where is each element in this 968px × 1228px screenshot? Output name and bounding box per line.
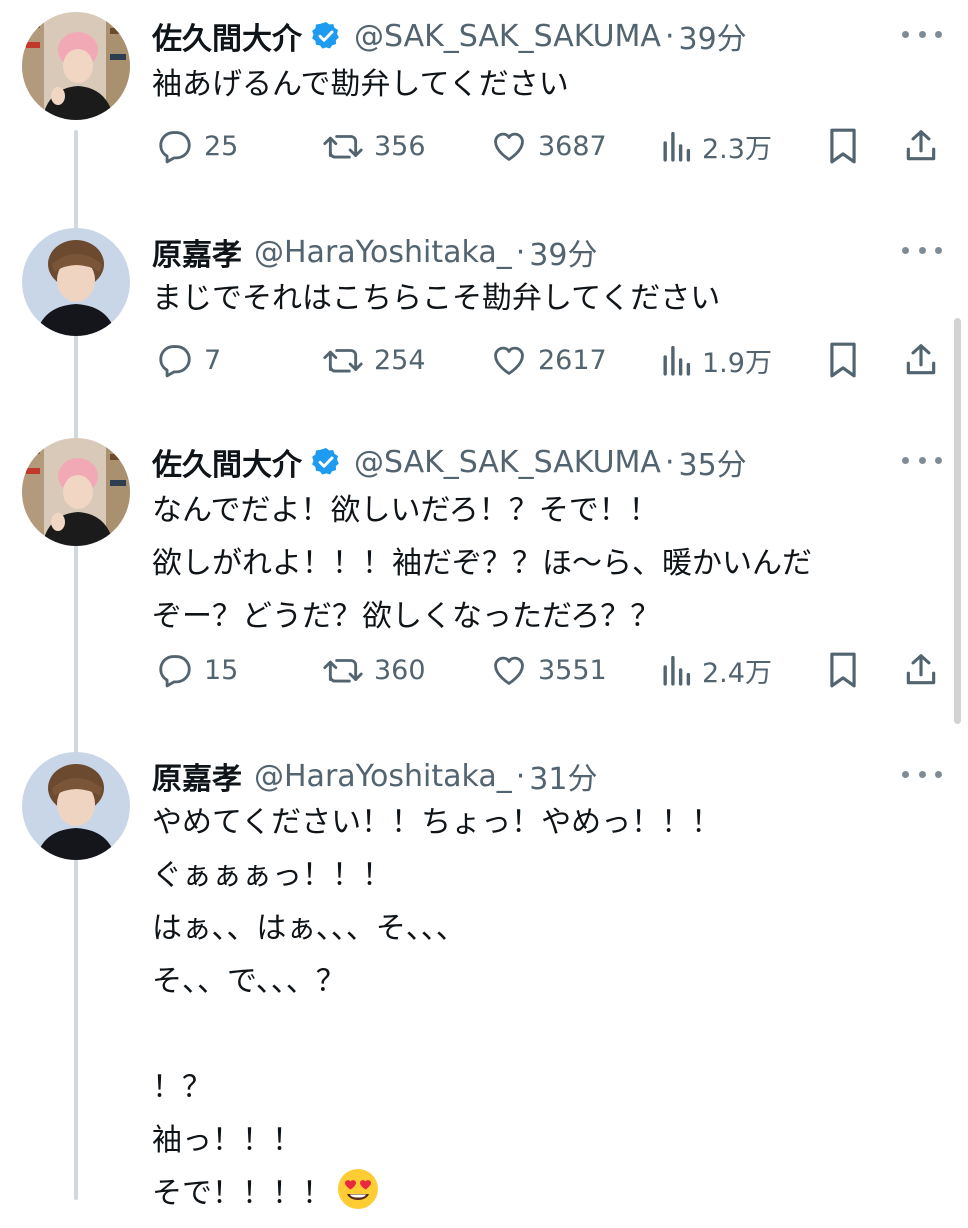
separator-dot: · [664, 444, 675, 480]
more-options-icon[interactable] [902, 242, 942, 258]
tweet-actions: 7 254 2617 1.9万 [0, 338, 968, 382]
share-icon [902, 127, 940, 165]
timestamp[interactable]: 39分 [529, 230, 597, 274]
share-button[interactable] [902, 338, 940, 382]
bookmark-icon [826, 651, 860, 689]
display-name[interactable]: 佐久間大介 [152, 14, 302, 58]
tweet-text: 袖あげるんで勘弁してください [152, 67, 569, 102]
retweet-icon [322, 651, 364, 689]
retweet-button[interactable]: 356 [322, 124, 426, 168]
bookmark-button[interactable] [826, 338, 860, 382]
views-chart-icon [660, 653, 692, 687]
retweet-count: 360 [374, 654, 426, 686]
verified-badge-icon [310, 446, 342, 478]
tweet-header: 佐久間大介 @SAK_SAK_SAKUMA · 39分 [152, 14, 872, 58]
heart-icon [490, 651, 528, 689]
bookmark-icon [826, 127, 860, 165]
verified-badge-icon [310, 20, 342, 52]
tweet-header: 原嘉孝 @HaraYoshitaka_ · 31分 [152, 754, 872, 798]
view-count: 2.3万 [702, 133, 772, 165]
bookmark-button[interactable] [826, 124, 860, 168]
retweet-button[interactable]: 254 [322, 338, 426, 382]
display-name[interactable]: 佐久間大介 [152, 440, 302, 484]
views-button[interactable]: 1.9万 [660, 338, 772, 382]
reply-icon [156, 127, 194, 165]
reply-count: 15 [204, 654, 239, 686]
reply-icon [156, 651, 194, 689]
like-count: 3687 [538, 130, 607, 162]
heart-eyes-emoji-icon [336, 1167, 380, 1211]
like-count: 3551 [538, 654, 607, 686]
avatar[interactable] [22, 438, 130, 546]
handle[interactable]: @HaraYoshitaka_ [254, 759, 512, 794]
views-button[interactable]: 2.4万 [660, 648, 772, 692]
views-button[interactable]: 2.3万 [660, 124, 772, 168]
heart-icon [490, 341, 528, 379]
tweet-actions: 25 356 3687 2.3万 [0, 124, 968, 168]
reply-button[interactable]: 15 [156, 648, 238, 692]
reply-icon [156, 341, 194, 379]
share-icon [902, 341, 940, 379]
separator-dot: · [515, 758, 526, 794]
retweet-icon [322, 127, 364, 165]
retweet-button[interactable]: 360 [322, 648, 426, 692]
like-button[interactable]: 3687 [490, 124, 607, 168]
display-name[interactable]: 原嘉孝 [152, 230, 242, 274]
reply-count: 25 [204, 130, 239, 162]
more-options-icon[interactable] [902, 452, 942, 468]
bookmark-icon [826, 341, 860, 379]
handle[interactable]: @SAK_SAK_SAKUMA [354, 19, 661, 54]
handle[interactable]: @HaraYoshitaka_ [254, 235, 512, 270]
tweet-text: なんでだよ！欲しいだろ！？そで！！ 欲しがれよ！！！袖だぞ？？ほ〜ら、暖かいんだ… [152, 493, 812, 634]
display-name[interactable]: 原嘉孝 [152, 754, 242, 798]
view-count: 2.4万 [702, 657, 772, 689]
share-button[interactable] [902, 124, 940, 168]
bookmark-button[interactable] [826, 648, 860, 692]
tweet-actions: 15 360 3551 2.4万 [0, 648, 968, 692]
tweet-header: 原嘉孝 @HaraYoshitaka_ · 39分 [152, 230, 872, 274]
tweet-text: やめてください！！ちょっ！やめっ！！！ ぐぁぁぁっ！！！ はぁ、、はぁ、、、そ、… [152, 796, 942, 1220]
timestamp[interactable]: 39分 [679, 14, 747, 58]
view-count: 1.9万 [702, 347, 772, 379]
more-options-icon[interactable] [902, 26, 942, 42]
separator-dot: · [664, 18, 675, 54]
handle[interactable]: @SAK_SAK_SAKUMA [354, 445, 661, 480]
like-count: 2617 [538, 344, 607, 376]
share-icon [902, 651, 940, 689]
reply-count: 7 [204, 344, 222, 376]
views-chart-icon [660, 343, 692, 377]
views-chart-icon [660, 129, 692, 163]
like-button[interactable]: 3551 [490, 648, 607, 692]
tweet-header: 佐久間大介 @SAK_SAK_SAKUMA · 35分 [152, 440, 872, 484]
reply-button[interactable]: 7 [156, 338, 221, 382]
timestamp[interactable]: 35分 [679, 440, 747, 484]
more-options-icon[interactable] [902, 766, 942, 782]
heart-icon [490, 127, 528, 165]
avatar[interactable] [22, 752, 130, 860]
retweet-icon [322, 341, 364, 379]
tweet-text: まじでそれはこちらこそ勘弁してください [152, 281, 721, 316]
tweet-text-body: やめてください！！ちょっ！やめっ！！！ ぐぁぁぁっ！！！ はぁ、、はぁ、、、そ、… [152, 805, 722, 1211]
like-button[interactable]: 2617 [490, 338, 607, 382]
avatar[interactable] [22, 228, 130, 336]
separator-dot: · [515, 234, 526, 270]
avatar[interactable] [22, 12, 130, 120]
retweet-count: 254 [374, 344, 426, 376]
share-button[interactable] [902, 648, 940, 692]
retweet-count: 356 [374, 130, 426, 162]
reply-button[interactable]: 25 [156, 124, 238, 168]
timestamp[interactable]: 31分 [529, 754, 597, 798]
